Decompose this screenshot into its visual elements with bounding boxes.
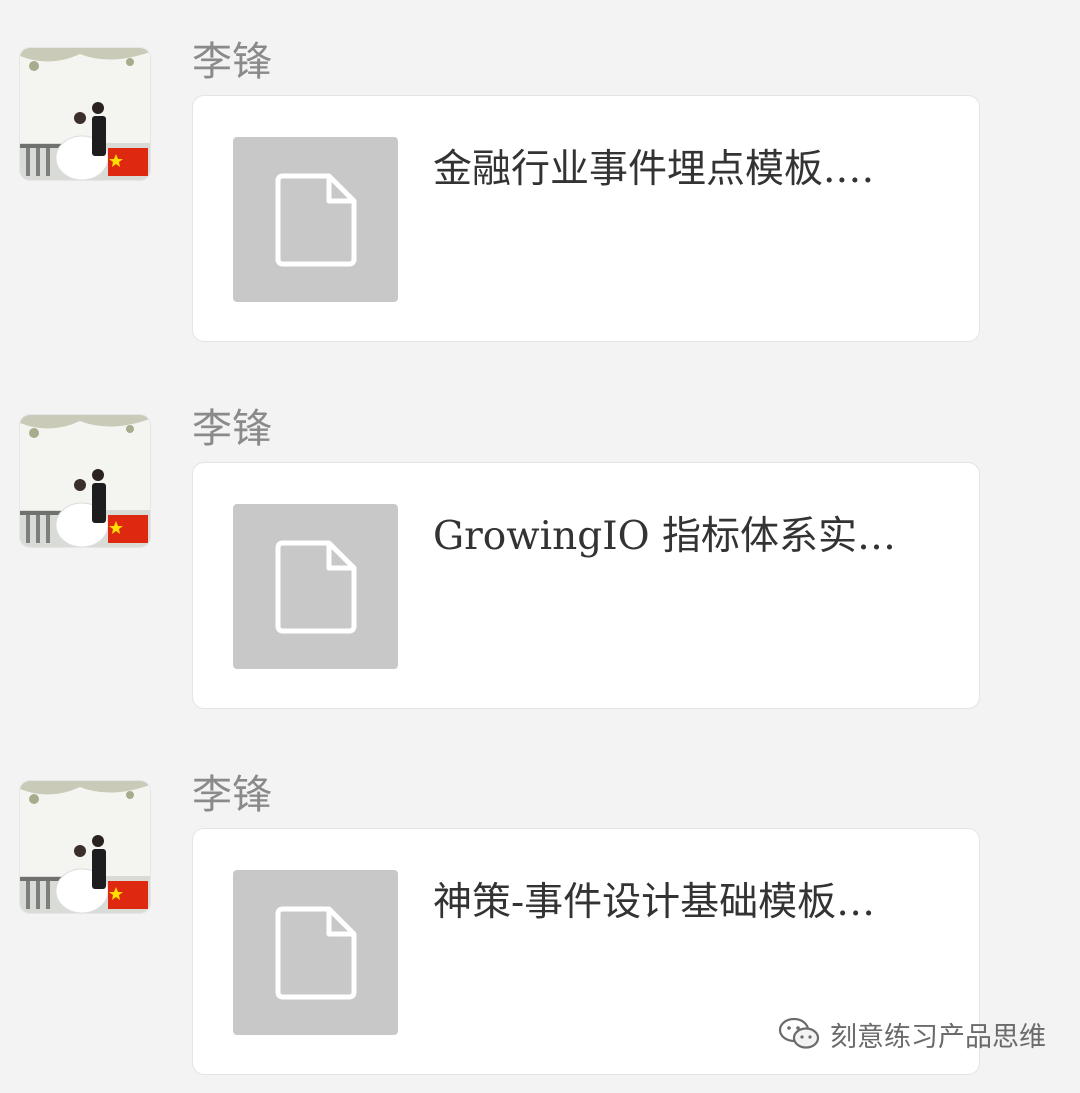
file-name: 金融行业事件埋点模板.… bbox=[433, 147, 875, 192]
sender-name: 李锋 bbox=[192, 406, 272, 452]
watermark-text: 刻意练习产品思维 bbox=[830, 1021, 1046, 1053]
file-thumbnail bbox=[233, 504, 398, 669]
sender-name: 李锋 bbox=[192, 39, 272, 85]
sender-name: 李锋 bbox=[192, 772, 272, 818]
avatar[interactable] bbox=[20, 781, 150, 913]
file-card[interactable]: 金融行业事件埋点模板.… bbox=[192, 95, 980, 342]
avatar[interactable] bbox=[20, 48, 150, 180]
chat-message: 李锋 金融行业事件埋点模板.… bbox=[0, 0, 1080, 360]
file-card[interactable]: GrowingIO 指标体系实… bbox=[192, 462, 980, 709]
watermark: 刻意练习产品思维 bbox=[778, 1012, 1046, 1056]
chat-message: 李锋 GrowingIO 指标体系实… bbox=[0, 367, 1080, 727]
file-name: GrowingIO 指标体系实… bbox=[433, 514, 896, 559]
file-thumbnail bbox=[233, 870, 398, 1035]
document-icon bbox=[275, 173, 357, 267]
wechat-icon bbox=[778, 1017, 820, 1049]
file-name: 神策-事件设计基础模板… bbox=[433, 880, 876, 925]
document-icon bbox=[275, 540, 357, 634]
document-icon bbox=[275, 906, 357, 1000]
avatar[interactable] bbox=[20, 415, 150, 547]
file-thumbnail bbox=[233, 137, 398, 302]
